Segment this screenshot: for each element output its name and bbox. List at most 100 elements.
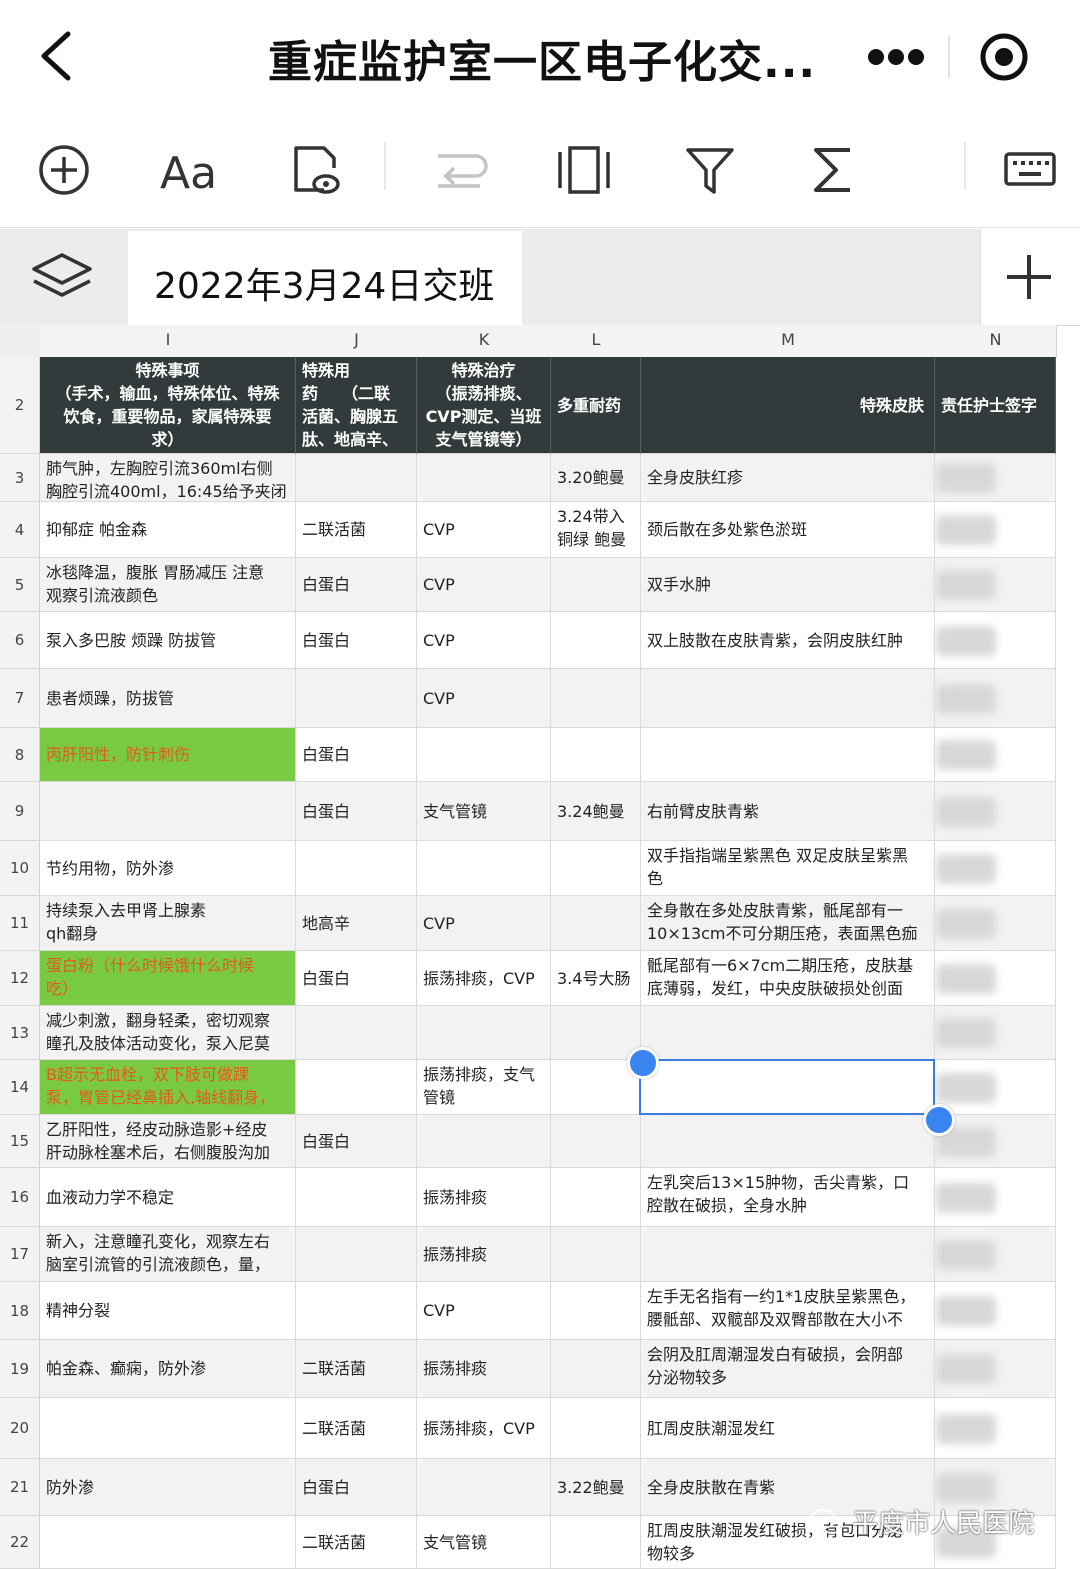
row-header[interactable]: 7: [0, 669, 40, 728]
more-icon[interactable]: [866, 44, 926, 70]
cell-m-11[interactable]: 全身散在多处皮肤青紫，骶尾部有一 10×13cm不可分期压疮，表面黑色痂: [641, 896, 935, 951]
cell-j-16[interactable]: [296, 1168, 417, 1227]
close-miniprogram-icon[interactable]: [978, 31, 1030, 83]
cell-j-8[interactable]: 白蛋白: [296, 728, 417, 782]
selection-handle-end[interactable]: [923, 1104, 955, 1136]
row-header[interactable]: 20: [0, 1398, 40, 1459]
cell-i-14[interactable]: B超示无血栓，双下肢可做踝 泵，胃管已经鼻插入,轴线翻身，: [40, 1060, 296, 1115]
cell-i-8[interactable]: 丙肝阳性，防针刺伤: [40, 728, 296, 782]
insert-icon[interactable]: [36, 142, 92, 198]
font-format-icon[interactable]: Aa: [160, 142, 220, 198]
cell-m-17[interactable]: [641, 1227, 935, 1282]
cell-i-6[interactable]: 泵入多巴胺 烦躁 防拔管: [40, 612, 296, 669]
cell-k-22[interactable]: 支气管镜: [417, 1516, 551, 1569]
cell-m-13[interactable]: [641, 1006, 935, 1060]
cell-view-icon[interactable]: [290, 142, 346, 198]
cell-j-10[interactable]: [296, 841, 417, 896]
cell-m-5[interactable]: 双手水肿: [641, 558, 935, 612]
sheet-list-icon[interactable]: [30, 251, 94, 305]
cell-m-16[interactable]: 左乳突后13×15肿物，舌尖青紫，口 腔散在破损，全身水肿: [641, 1168, 935, 1227]
cell-l-15[interactable]: [551, 1115, 641, 1168]
cell-j-6[interactable]: 白蛋白: [296, 612, 417, 669]
cell-j-15[interactable]: 白蛋白: [296, 1115, 417, 1168]
row-header[interactable]: 17: [0, 1227, 40, 1282]
cell-l-8[interactable]: [551, 728, 641, 782]
cell-j-22[interactable]: 二联活菌: [296, 1516, 417, 1569]
cell-j-3[interactable]: [296, 454, 417, 502]
column-header-j[interactable]: J: [296, 325, 418, 358]
cell-k-20[interactable]: 振荡排痰，CVP: [417, 1398, 551, 1459]
header-cell-m[interactable]: 特殊皮肤: [641, 357, 935, 454]
selected-cell[interactable]: [639, 1059, 935, 1115]
cell-k-16[interactable]: 振荡排痰: [417, 1168, 551, 1227]
column-header-n[interactable]: N: [935, 325, 1057, 358]
cell-k-11[interactable]: CVP: [417, 896, 551, 951]
cell-i-10[interactable]: 节约用物，防外渗: [40, 841, 296, 896]
cell-m-3[interactable]: 全身皮肤红疹: [641, 454, 935, 502]
filter-icon[interactable]: [682, 142, 738, 198]
cell-l-6[interactable]: [551, 612, 641, 669]
select-all-corner[interactable]: [0, 325, 41, 358]
cell-m-6[interactable]: 双上肢散在皮肤青紫，会阴皮肤红肿: [641, 612, 935, 669]
cell-l-4[interactable]: 3.24带入 铜绿 鲍曼: [551, 502, 641, 558]
cell-k-9[interactable]: 支气管镜: [417, 782, 551, 841]
row-header[interactable]: 9: [0, 782, 40, 841]
row-header[interactable]: 21: [0, 1459, 40, 1516]
cell-k-14[interactable]: 振荡排痰，支气 管镜: [417, 1060, 551, 1115]
sum-icon[interactable]: [806, 142, 862, 198]
cell-l-5[interactable]: [551, 558, 641, 612]
cell-l-11[interactable]: [551, 896, 641, 951]
cell-j-5[interactable]: 白蛋白: [296, 558, 417, 612]
cell-m-20[interactable]: 肛周皮肤潮湿发红: [641, 1398, 935, 1459]
cell-k-15[interactable]: [417, 1115, 551, 1168]
cell-i-13[interactable]: 减少刺激，翻身轻柔，密切观察 瞳孔及肢体活动变化，泵入尼莫: [40, 1006, 296, 1060]
row-header[interactable]: 19: [0, 1340, 40, 1398]
cell-k-19[interactable]: 振荡排痰: [417, 1340, 551, 1398]
cell-j-19[interactable]: 二联活菌: [296, 1340, 417, 1398]
cell-j-18[interactable]: [296, 1282, 417, 1340]
cell-l-7[interactable]: [551, 669, 641, 728]
row-header[interactable]: 14: [0, 1060, 40, 1115]
cell-m-12[interactable]: 骶尾部有一6×7cm二期压疮，皮肤基 底薄弱，发红，中央皮肤破损处创面: [641, 951, 935, 1006]
cell-l-18[interactable]: [551, 1282, 641, 1340]
cell-j-17[interactable]: [296, 1227, 417, 1282]
cell-i-16[interactable]: 血液动力学不稳定: [40, 1168, 296, 1227]
cell-l-22[interactable]: [551, 1516, 641, 1569]
selection-handle-start[interactable]: [627, 1047, 659, 1079]
cell-m-15[interactable]: [641, 1115, 935, 1168]
wrap-text-icon[interactable]: [432, 142, 488, 198]
cell-m-7[interactable]: [641, 669, 935, 728]
row-header[interactable]: 10: [0, 841, 40, 896]
cell-k-17[interactable]: 振荡排痰: [417, 1227, 551, 1282]
header-cell-k[interactable]: 特殊治疗 （振荡排痰、 CVP测定、当班 支气管镜等）: [417, 357, 551, 454]
header-cell-n[interactable]: 责任护士签字: [935, 357, 1056, 454]
row-header[interactable]: 11: [0, 896, 40, 951]
cell-l-17[interactable]: [551, 1227, 641, 1282]
back-icon[interactable]: [34, 30, 80, 82]
cell-j-14[interactable]: [296, 1060, 417, 1115]
cell-j-20[interactable]: 二联活菌: [296, 1398, 417, 1459]
cell-j-13[interactable]: [296, 1006, 417, 1060]
cell-m-19[interactable]: 会阴及肛周潮湿发白有破损，会阴部 分泌物较多: [641, 1340, 935, 1398]
cell-j-7[interactable]: [296, 669, 417, 728]
keyboard-icon[interactable]: [1004, 142, 1056, 198]
cell-k-8[interactable]: [417, 728, 551, 782]
row-header[interactable]: 6: [0, 612, 40, 669]
cell-m-8[interactable]: [641, 728, 935, 782]
row-header[interactable]: 12: [0, 951, 40, 1006]
sheet-tab-active[interactable]: 2022年3月24日交班: [128, 231, 522, 325]
header-cell-l[interactable]: 多重耐药: [551, 357, 641, 454]
column-header-i[interactable]: I: [40, 325, 297, 358]
cell-j-4[interactable]: 二联活菌: [296, 502, 417, 558]
cell-k-6[interactable]: CVP: [417, 612, 551, 669]
cell-k-21[interactable]: [417, 1459, 551, 1516]
cell-i-7[interactable]: 患者烦躁，防拔管: [40, 669, 296, 728]
cell-l-13[interactable]: [551, 1006, 641, 1060]
freeze-icon[interactable]: [556, 142, 612, 198]
column-header-l[interactable]: L: [551, 325, 642, 358]
cell-i-18[interactable]: 精神分裂: [40, 1282, 296, 1340]
cell-j-12[interactable]: 白蛋白: [296, 951, 417, 1006]
cell-j-11[interactable]: 地高辛: [296, 896, 417, 951]
row-header[interactable]: 5: [0, 558, 40, 612]
cell-j-9[interactable]: 白蛋白: [296, 782, 417, 841]
